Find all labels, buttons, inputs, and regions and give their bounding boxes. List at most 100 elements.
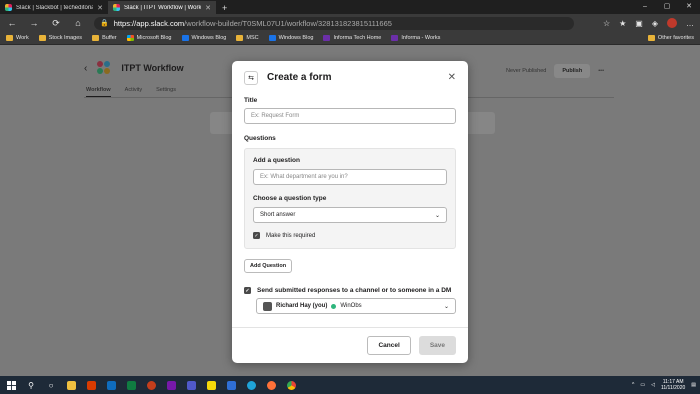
- start-button[interactable]: [4, 379, 18, 391]
- bookmark-msc[interactable]: MSC: [236, 35, 259, 41]
- search-icon[interactable]: ⚲: [24, 379, 38, 391]
- favorite-star-icon[interactable]: ☆: [603, 19, 610, 28]
- modal-title: Create a form: [267, 72, 332, 83]
- edge-icon[interactable]: [244, 379, 258, 391]
- modal-body: Title Ex: Request Form Questions Add a q…: [232, 94, 468, 326]
- tab-title: Slack | ITPT Workflow | Workflow: [124, 4, 202, 11]
- close-window-button[interactable]: ✕: [678, 0, 700, 14]
- close-tab-icon[interactable]: ✕: [205, 4, 211, 12]
- publish-button[interactable]: Publish: [554, 64, 591, 78]
- chevron-down-icon: ⌄: [434, 212, 440, 219]
- checkbox-checked-icon[interactable]: ✓: [253, 232, 260, 239]
- notifications-icon[interactable]: ▤: [691, 382, 696, 388]
- home-button[interactable]: ⌂: [72, 18, 84, 28]
- recipient-select[interactable]: Richard Hay (you) WinObs ⌄: [256, 298, 456, 314]
- powerpoint-icon[interactable]: [144, 379, 158, 391]
- question-input[interactable]: Ex: What department are you in?: [253, 169, 447, 185]
- close-icon[interactable]: ✕: [448, 72, 456, 83]
- new-tab-button[interactable]: +: [216, 1, 233, 14]
- form-icon: ⇆: [244, 70, 258, 85]
- recipient-channel: WinObs: [340, 303, 362, 309]
- workflow-logo-icon: [97, 61, 111, 75]
- forward-button[interactable]: →: [28, 18, 40, 28]
- file-explorer-icon[interactable]: [64, 379, 78, 391]
- bookmark-informa-tech-home[interactable]: Informa Tech Home: [323, 35, 381, 41]
- back-arrow-icon[interactable]: ‹: [84, 63, 87, 74]
- tab-activity[interactable]: Activity: [125, 87, 142, 97]
- question-type-select[interactable]: Short answer ⌄: [253, 207, 447, 223]
- cancel-button[interactable]: Cancel: [367, 336, 411, 355]
- title-input[interactable]: Ex: Request Form: [244, 108, 456, 124]
- other-favorites[interactable]: Other favorites: [647, 35, 694, 41]
- checkbox-checked-icon[interactable]: ✓: [244, 287, 251, 294]
- windows-logo-icon: [268, 35, 276, 41]
- online-status-icon: [331, 303, 337, 309]
- question-placeholder: Ex: What department are you in?: [260, 174, 348, 180]
- tab-settings[interactable]: Settings: [156, 87, 176, 97]
- refresh-button[interactable]: ⟳: [50, 18, 62, 29]
- onenote-icon[interactable]: [164, 379, 178, 391]
- maximize-button[interactable]: ▢: [656, 0, 678, 14]
- bookmark-informa-works[interactable]: Informa - Works: [391, 35, 440, 41]
- informa-logo-icon: [323, 35, 331, 41]
- informa-logo-icon: [391, 35, 399, 41]
- profile-avatar[interactable]: [667, 18, 677, 28]
- bookmark-windows-blog[interactable]: Windows Blog: [181, 35, 226, 41]
- url-text[interactable]: https://app.slack.com/workflow-builder/T…: [114, 19, 392, 28]
- settings-menu-icon[interactable]: …: [686, 19, 694, 28]
- bookmark-microsoft-blog[interactable]: Microsoft Blog: [126, 35, 172, 41]
- office-icon[interactable]: [84, 379, 98, 391]
- bookmark-windows-blog-2[interactable]: Windows Blog: [268, 35, 313, 41]
- questions-label: Questions: [244, 135, 276, 142]
- make-required-checkbox[interactable]: ✓ Make this required: [253, 232, 447, 239]
- folder-icon: [92, 35, 100, 41]
- send-responses-checkbox[interactable]: ✓ Send submitted responses to a channel …: [244, 287, 456, 294]
- volume-icon[interactable]: ◁: [651, 382, 655, 388]
- bookmark-work[interactable]: Work: [6, 35, 29, 41]
- bookmark-stock-images[interactable]: Stock Images: [38, 35, 82, 41]
- collections-icon[interactable]: ▣: [635, 19, 643, 28]
- close-tab-icon[interactable]: ✕: [97, 4, 103, 12]
- outlook-icon[interactable]: [104, 379, 118, 391]
- clock[interactable]: 11:17 AM 11/11/2020: [661, 379, 685, 391]
- add-question-label: Add a question: [253, 157, 300, 164]
- windows-logo-icon: [181, 35, 189, 41]
- firefox-icon[interactable]: [264, 379, 278, 391]
- windows-taskbar: ⚲ ○ ^ ▭ ◁ 11:17 AM 11/11/2020 ▤: [0, 376, 700, 394]
- snip-icon[interactable]: [224, 379, 238, 391]
- publish-status: Never Published: [506, 68, 547, 74]
- slack-favicon-icon: [113, 4, 120, 11]
- task-view-icon[interactable]: ○: [44, 379, 58, 391]
- chevron-down-icon: ⌄: [443, 303, 449, 310]
- windows-logo-icon: [6, 380, 16, 390]
- microsoft-logo-icon: [126, 35, 134, 41]
- sticky-notes-icon[interactable]: [204, 379, 218, 391]
- system-tray: ^ ▭ ◁ 11:17 AM 11/11/2020 ▤: [632, 379, 696, 391]
- network-icon[interactable]: ▭: [640, 382, 645, 388]
- browser-tab-strip: Slack | Slackbot | techeditorial ✕ Slack…: [0, 0, 700, 14]
- window-controls: – ▢ ✕: [634, 0, 700, 14]
- browser-tab-slackbot[interactable]: Slack | Slackbot | techeditorial ✕: [0, 1, 108, 14]
- add-question-button[interactable]: Add Question: [244, 259, 293, 273]
- address-bar[interactable]: 🔒 https://app.slack.com/workflow-builder…: [94, 16, 574, 30]
- folder-icon: [647, 35, 655, 41]
- teams-icon[interactable]: [184, 379, 198, 391]
- excel-icon[interactable]: [124, 379, 138, 391]
- url-path: /workflow-builder/T0SML07U1/workflow/328…: [184, 18, 392, 28]
- save-button[interactable]: Save: [418, 336, 456, 355]
- back-button[interactable]: ←: [6, 18, 18, 28]
- favorites-icon[interactable]: ★: [619, 19, 626, 28]
- tab-workflow[interactable]: Workflow: [86, 87, 111, 97]
- lock-icon: 🔒: [100, 20, 109, 27]
- browser-toolbar-right: ☆ ★ ▣ ◈ …: [603, 18, 694, 28]
- workflow-actions: Never Published Publish •••: [506, 64, 604, 78]
- tray-chevron-icon[interactable]: ^: [632, 382, 634, 388]
- bookmark-buffer[interactable]: Buffer: [92, 35, 117, 41]
- question-card: Add a question Ex: What department are y…: [244, 148, 456, 249]
- browser-tab-workflow[interactable]: Slack | ITPT Workflow | Workflow ✕: [108, 1, 216, 14]
- browser-nav-bar: ← → ⟳ ⌂ 🔒 https://app.slack.com/workflow…: [0, 14, 700, 32]
- more-options-icon[interactable]: •••: [598, 68, 604, 74]
- extension-icon[interactable]: ◈: [652, 19, 658, 28]
- minimize-button[interactable]: –: [634, 0, 656, 14]
- chrome-icon[interactable]: [284, 379, 298, 391]
